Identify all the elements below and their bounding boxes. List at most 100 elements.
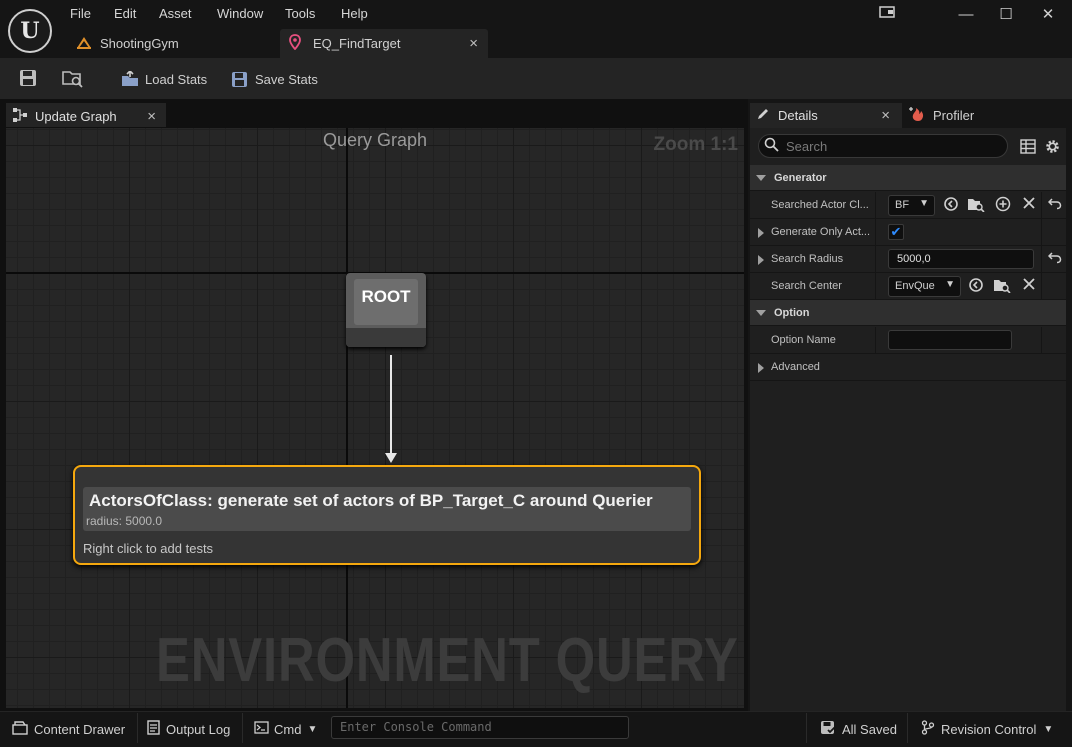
search-radius-input[interactable]: 5000,0 <box>888 249 1034 269</box>
add-icon[interactable] <box>994 196 1012 214</box>
browse-asset-icon[interactable] <box>967 196 985 214</box>
graph-axis-vertical <box>346 128 348 708</box>
tab-eq-findtarget[interactable]: EQ_FindTarget × <box>280 29 488 58</box>
close-window-icon[interactable]: ✕ <box>1036 5 1060 25</box>
graph-icon <box>13 107 27 125</box>
console-icon <box>254 721 269 737</box>
divider <box>242 713 243 743</box>
property-label: Generate Only Act... <box>771 226 871 238</box>
menu-edit[interactable]: Edit <box>114 6 136 24</box>
property-search-radius: Search Radius 5000,0 <box>750 246 1066 273</box>
generator-node-hint: Right click to add tests <box>83 541 214 556</box>
divider <box>875 219 876 246</box>
tab-shootinggym[interactable]: ShootingGym <box>66 29 280 58</box>
browse-asset-icon[interactable] <box>993 277 1011 295</box>
content-drawer-button[interactable]: Content Drawer <box>12 720 125 738</box>
menu-file[interactable]: File <box>70 6 91 24</box>
dropdown-value: EnvQue <box>895 280 935 292</box>
divider <box>1041 219 1042 246</box>
query-graph-canvas[interactable]: Query Graph Zoom 1:1 ENVIRONMENT QUERY R… <box>6 128 744 708</box>
clear-icon[interactable] <box>1020 277 1038 295</box>
divider <box>875 327 876 354</box>
menu-help[interactable]: Help <box>341 6 368 24</box>
generator-node-title: ActorsOfClass: generate set of actors of… <box>89 491 653 510</box>
generator-node-radius: radius: 5000.0 <box>86 514 163 528</box>
root-output-pin[interactable] <box>346 328 426 347</box>
all-saved-label: All Saved <box>842 721 897 737</box>
close-icon[interactable]: × <box>881 107 890 124</box>
generator-node[interactable]: ActorsOfClass: generate set of actors of… <box>73 465 701 565</box>
console-command-input[interactable]: Enter Console Command <box>331 716 629 739</box>
connection-wire <box>390 355 392 458</box>
close-icon[interactable]: × <box>147 108 156 125</box>
divider <box>907 713 908 743</box>
browse-icon[interactable] <box>62 68 84 91</box>
use-selected-icon[interactable] <box>967 277 985 295</box>
revision-control-icon <box>921 720 935 738</box>
divider <box>875 246 876 273</box>
divider <box>137 713 138 743</box>
tab-label: ShootingGym <box>100 36 179 51</box>
cmd-dropdown[interactable]: Cmd ▼ <box>254 720 317 738</box>
settings-gear-icon[interactable] <box>1044 138 1061 158</box>
unreal-logo-icon[interactable]: U <box>8 9 52 53</box>
expand-arrow-icon[interactable] <box>758 228 764 238</box>
category-label: Option <box>774 306 810 319</box>
divider <box>1041 246 1042 273</box>
table-view-icon[interactable] <box>1020 139 1036 157</box>
option-name-input[interactable] <box>888 330 1012 350</box>
minimize-icon[interactable]: — <box>954 5 978 25</box>
tab-label: Details <box>778 108 818 123</box>
menu-asset[interactable]: Asset <box>159 6 192 24</box>
details-search-input[interactable]: Search <box>758 134 1008 158</box>
generate-only-actors-checkbox[interactable]: ✔ <box>888 224 904 240</box>
output-log-icon <box>147 720 160 738</box>
content-drawer-label: Content Drawer <box>34 721 126 737</box>
expand-arrow-icon[interactable] <box>758 255 764 265</box>
collapse-arrow-icon <box>756 309 766 316</box>
property-label: Option Name <box>771 334 836 346</box>
category-label: Generator <box>774 171 827 184</box>
search-center-dropdown[interactable]: EnvQue ▼ <box>888 276 961 297</box>
all-saved-button[interactable]: All Saved <box>820 720 897 738</box>
chevron-down-icon: ▼ <box>919 198 929 209</box>
reset-to-default-icon[interactable] <box>1046 250 1064 268</box>
save-stats-label: Save Stats <box>255 71 318 87</box>
load-stats-button[interactable]: Load Stats <box>121 68 207 90</box>
divider <box>1041 192 1042 219</box>
layout-icon[interactable] <box>876 5 900 25</box>
property-generate-only-actors: Generate Only Act... ✔ <box>750 219 1066 246</box>
clear-icon[interactable] <box>1020 196 1038 214</box>
environment-query-icon <box>289 34 301 53</box>
output-log-button[interactable]: Output Log <box>147 720 230 738</box>
tab-details[interactable]: Details × <box>750 103 902 128</box>
menu-window[interactable]: Window <box>217 6 263 24</box>
category-advanced[interactable]: Advanced <box>750 354 1066 381</box>
close-icon[interactable]: × <box>469 35 478 52</box>
chevron-down-icon: ▼ <box>307 723 318 735</box>
menu-tools[interactable]: Tools <box>285 6 315 24</box>
divider <box>1041 273 1042 300</box>
maximize-icon[interactable]: ☐ <box>994 5 1018 25</box>
generator-node-header: ActorsOfClass: generate set of actors of… <box>83 487 691 531</box>
save-icon[interactable] <box>19 69 37 90</box>
revision-control-button[interactable]: Revision Control ▼ <box>921 720 1053 738</box>
search-placeholder: Search <box>786 138 828 154</box>
dropdown-value: BF <box>895 199 910 211</box>
use-selected-icon[interactable] <box>942 196 960 214</box>
save-stats-button[interactable]: Save Stats <box>231 68 318 90</box>
reset-to-default-icon[interactable] <box>1046 196 1064 214</box>
load-icon <box>121 69 139 87</box>
chevron-down-icon: ▼ <box>1043 723 1054 735</box>
tab-label: Update Graph <box>35 108 117 124</box>
category-option[interactable]: Option <box>750 300 1066 326</box>
expand-arrow-icon[interactable] <box>758 363 764 373</box>
root-node[interactable]: ROOT <box>346 273 426 347</box>
property-search-center: Search Center EnvQue ▼ <box>750 273 1066 300</box>
category-generator[interactable]: Generator <box>750 165 1066 191</box>
output-log-label: Output Log <box>166 721 231 737</box>
property-label: Search Center <box>771 280 842 292</box>
tab-update-graph[interactable]: Update Graph × <box>6 103 166 127</box>
tab-profiler[interactable]: Profiler <box>905 103 1065 128</box>
actor-class-dropdown[interactable]: BF ▼ <box>888 195 935 216</box>
